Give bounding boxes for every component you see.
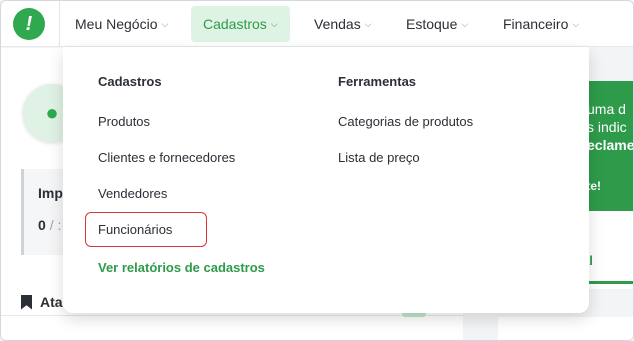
import-count: 0 / : (38, 217, 62, 233)
chevron-down-icon: ⌵ (461, 18, 469, 29)
nav-label: Financeiro (503, 16, 569, 32)
promo-line-2: s indic (587, 119, 627, 135)
nav-financeiro[interactable]: Financeiro ⌵ (491, 6, 591, 42)
ferramentas-heading: Ferramentas (338, 74, 417, 89)
cadastros-heading: Cadastros (98, 74, 162, 89)
brand-logo[interactable]: ! (13, 8, 45, 40)
import-title: Imp (38, 185, 63, 201)
nav-cadastros[interactable]: Cadastros ⌵ (191, 6, 290, 42)
logo-separator (59, 1, 60, 47)
nav-vendas[interactable]: Vendas ⌵ (302, 6, 384, 42)
app-frame: ● Imp 0 / : Ata uma d s indic eclame gen… (0, 0, 634, 341)
chevron-down-icon: ⌵ (161, 18, 169, 29)
nav-label: Meu Negócio (75, 16, 158, 32)
menu-item-categorias-produtos[interactable]: Categorias de produtos (338, 114, 473, 129)
divider (1, 315, 463, 316)
user-icon: ● (45, 100, 59, 125)
cadastros-dropdown: Cadastros Ferramentas Produtos Clientes … (63, 47, 589, 313)
promo-line-1: uma d (587, 101, 626, 117)
nav-meu-negocio[interactable]: Meu Negócio ⌵ (63, 6, 180, 42)
bookmark-icon (21, 294, 32, 310)
top-navbar: ! Meu Negócio ⌵ Cadastros ⌵ Vendas ⌵ Est… (1, 1, 633, 47)
nav-estoque[interactable]: Estoque ⌵ (394, 6, 480, 42)
chevron-down-icon: ⌵ (270, 18, 278, 29)
menu-item-produtos[interactable]: Produtos (98, 114, 150, 129)
chevron-down-icon: ⌵ (572, 18, 580, 29)
menu-item-funcionarios[interactable]: Funcionários (98, 222, 172, 237)
menu-item-clientes-fornecedores[interactable]: Clientes e fornecedores (98, 150, 235, 165)
right-card-lower (498, 317, 633, 340)
menu-item-vendedores[interactable]: Vendedores (98, 186, 167, 201)
report-link[interactable]: Ver relatórios de cadastros (98, 260, 265, 275)
nav-label: Vendas (314, 16, 361, 32)
shortcuts-heading: Ata (21, 294, 63, 310)
nav-label: Estoque (406, 16, 458, 32)
promo-line-3: eclame (587, 137, 634, 153)
shortcuts-label: Ata (40, 294, 63, 310)
chevron-down-icon: ⌵ (364, 18, 372, 29)
menu-item-lista-preco[interactable]: Lista de preço (338, 150, 420, 165)
nav-label: Cadastros (203, 16, 267, 32)
